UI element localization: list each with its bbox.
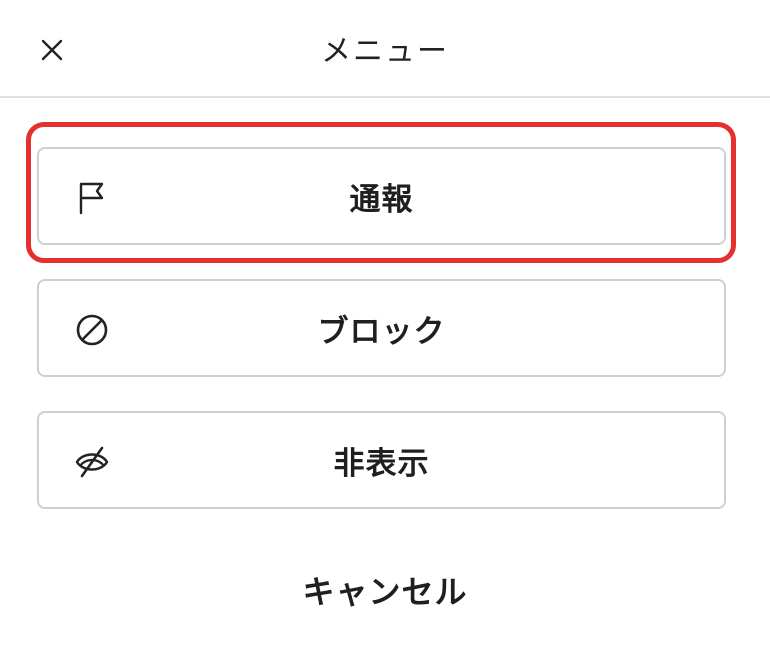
block-button[interactable]: ブロック xyxy=(37,279,726,377)
report-button[interactable]: 通報 xyxy=(37,147,726,245)
page-title: メニュー xyxy=(321,34,449,69)
hide-label: 非表示 xyxy=(333,445,430,482)
menu-header: メニュー xyxy=(0,0,770,98)
cancel-button[interactable]: キャンセル xyxy=(0,560,770,620)
block-label: ブロック xyxy=(317,313,446,350)
report-label: 通報 xyxy=(349,181,414,218)
hide-button[interactable]: 非表示 xyxy=(37,411,726,509)
